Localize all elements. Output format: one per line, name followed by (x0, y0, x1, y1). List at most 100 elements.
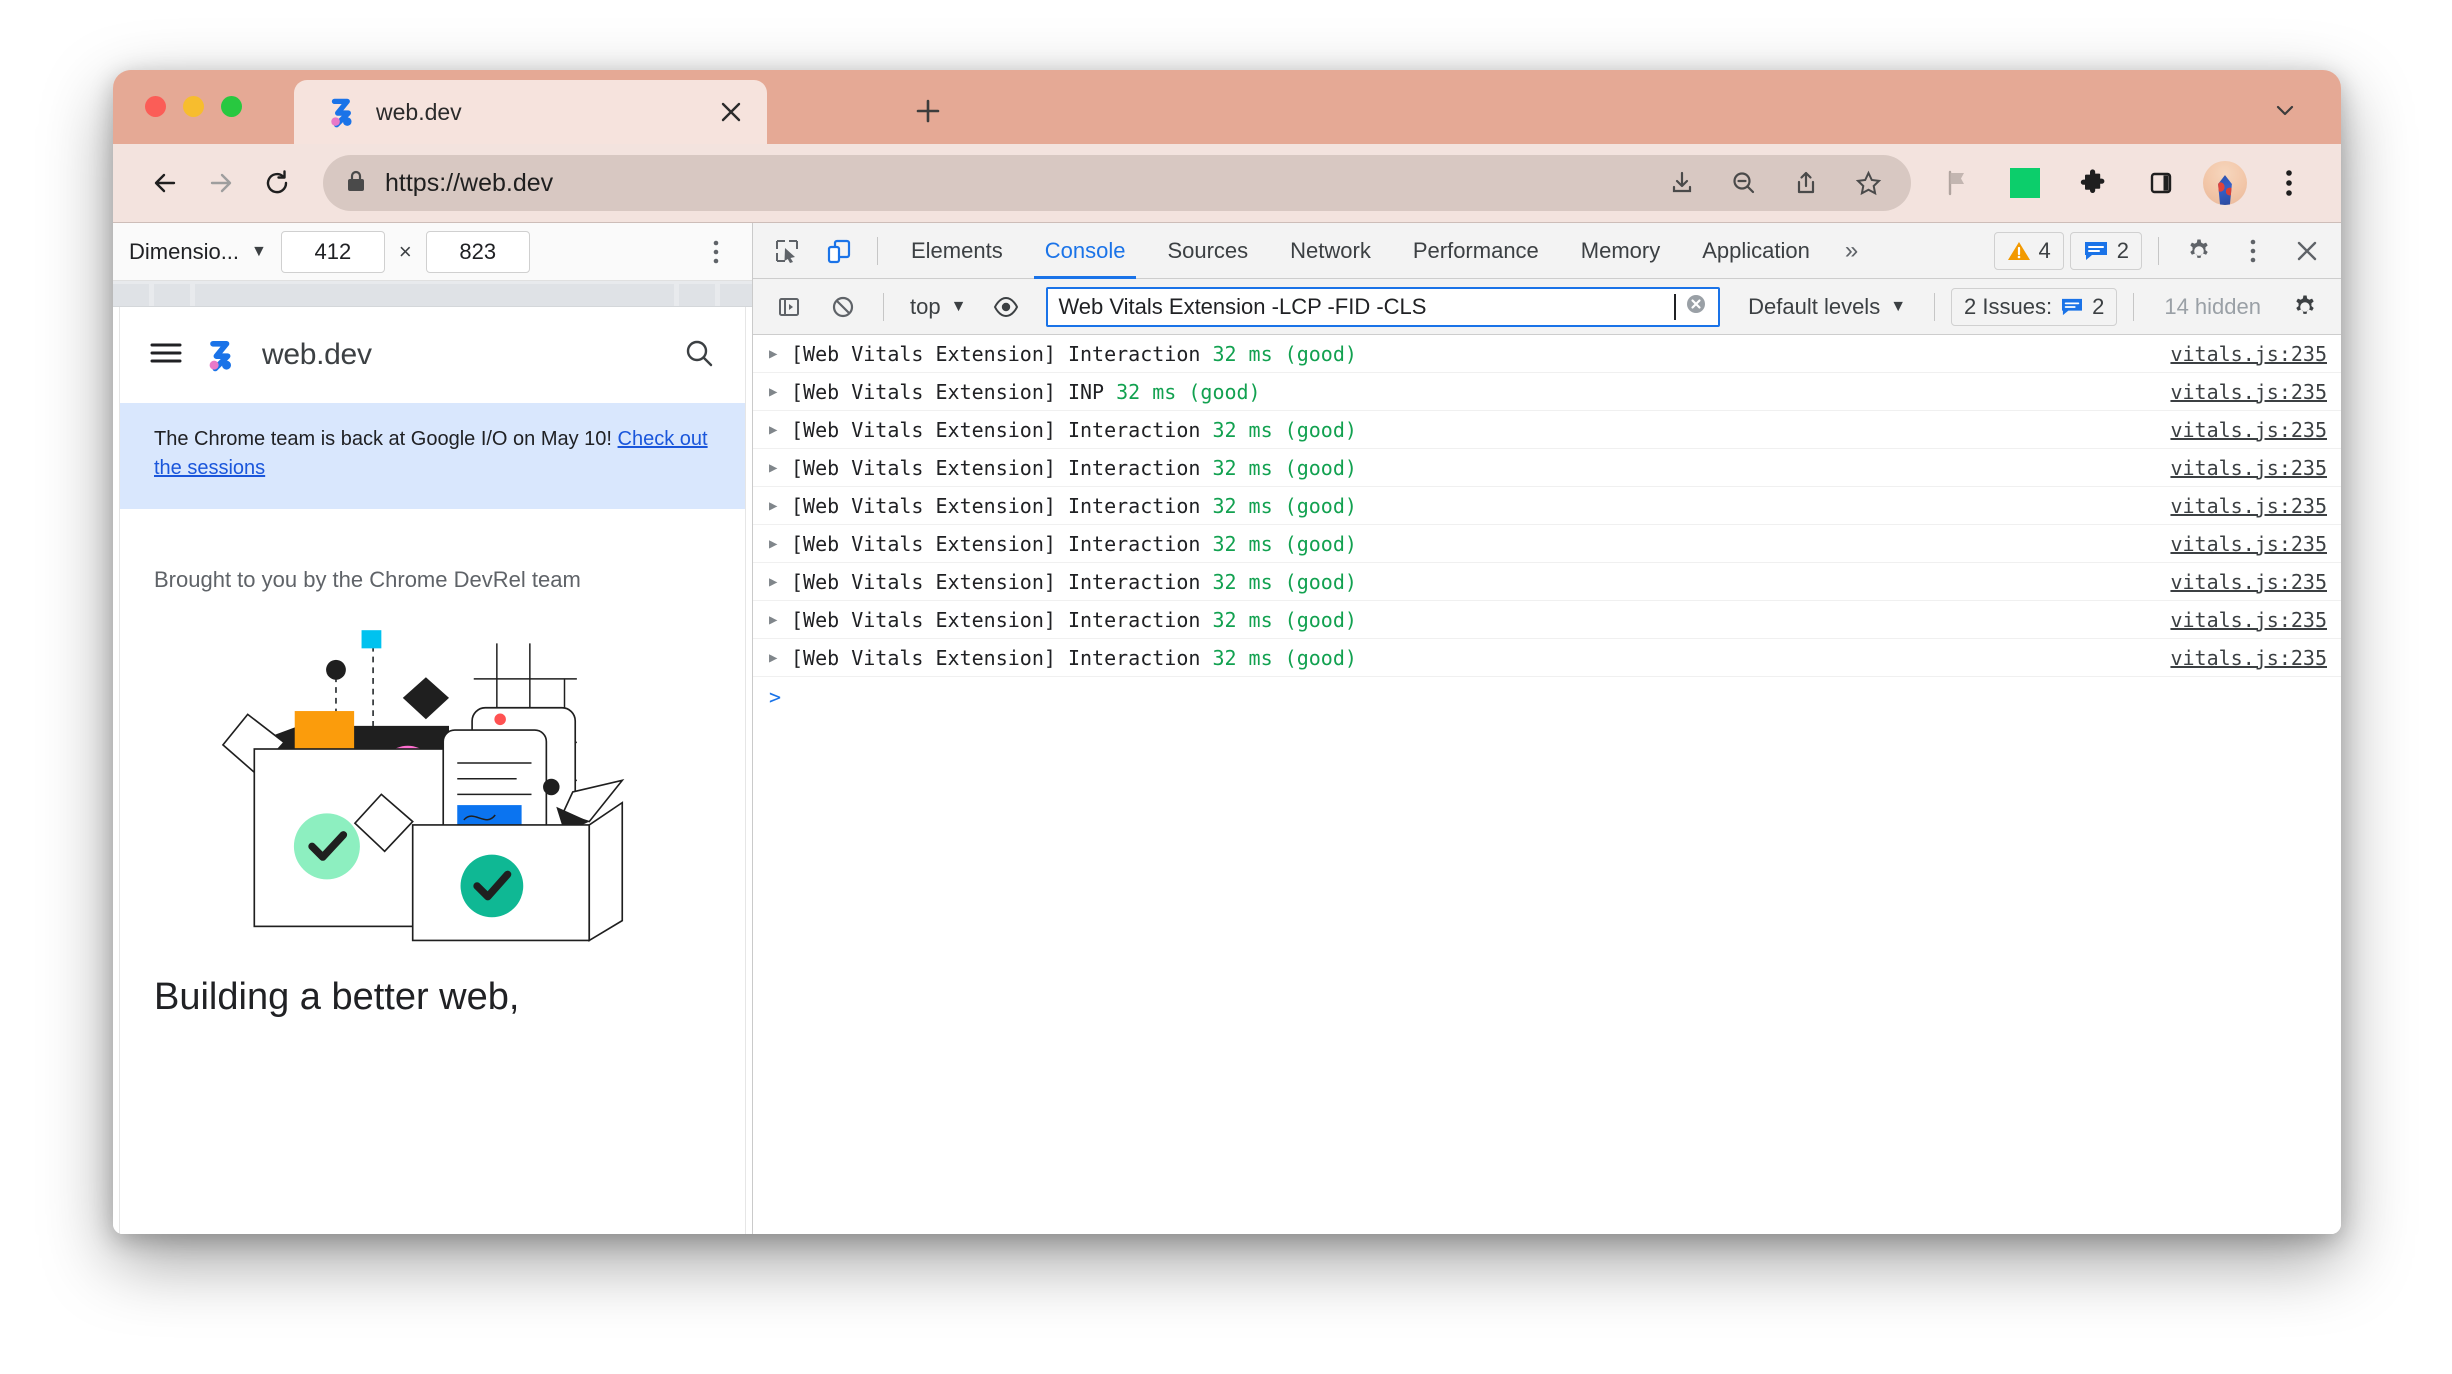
hamburger-icon[interactable] (150, 341, 182, 370)
console-message-value: 32 ms (good) (1212, 417, 1357, 442)
console-message-row[interactable]: ▶ [Web Vitals Extension] Interaction 32 m… (753, 335, 2341, 373)
tab-title: web.dev (376, 98, 462, 125)
toggle-device-toolbar-icon[interactable] (815, 229, 863, 273)
console-message-row[interactable]: ▶ [Web Vitals Extension] Interaction 32 m… (753, 411, 2341, 449)
close-devtools-icon[interactable] (2283, 229, 2331, 273)
prompt-chevron-icon: > (769, 685, 782, 709)
download-icon[interactable] (1661, 162, 1703, 204)
expand-arrow-icon[interactable]: ▶ (769, 422, 791, 438)
console-message-value: 32 ms (good) (1212, 569, 1357, 594)
warning-count: 4 (2038, 237, 2051, 263)
device-selector[interactable]: Dimensio... ▼ (129, 239, 267, 265)
device-emulation-pane: Dimensio... ▼ 412 × 823 web.dev The Chro… (113, 223, 753, 1234)
new-tab-button[interactable] (905, 88, 951, 134)
console-message-source-link[interactable]: vitals.js:235 (2170, 532, 2327, 556)
devtools-menu-icon[interactable] (2229, 229, 2277, 273)
close-window-button[interactable] (145, 96, 166, 117)
extensions-puzzle-icon[interactable] (2067, 157, 2119, 209)
zoom-out-icon[interactable] (1723, 162, 1765, 204)
expand-arrow-icon[interactable]: ▶ (769, 498, 791, 514)
console-message-source-link[interactable]: vitals.js:235 (2170, 570, 2327, 594)
tab-performance[interactable]: Performance (1394, 223, 1558, 279)
message-icon (2062, 298, 2083, 315)
tab-memory[interactable]: Memory (1562, 223, 1679, 279)
minimize-window-button[interactable] (183, 96, 204, 117)
console-settings-gear-icon[interactable] (2281, 285, 2329, 329)
address-bar[interactable]: https://web.dev (323, 155, 1911, 211)
console-message-row[interactable]: ▶ [Web Vitals Extension] Interaction 32 m… (753, 639, 2341, 677)
console-message-list[interactable]: ▶ [Web Vitals Extension] Interaction 32 m… (753, 335, 2341, 1234)
console-message-row[interactable]: ▶ [Web Vitals Extension] INP 32 ms (good)… (753, 373, 2341, 411)
tab-console[interactable]: Console (1026, 223, 1145, 279)
tab-strip: web.dev (113, 70, 2341, 144)
tab-label: Memory (1580, 237, 1661, 263)
flag-icon[interactable] (1931, 157, 1983, 209)
tab-application[interactable]: Application (1683, 223, 1829, 279)
expand-arrow-icon[interactable]: ▶ (769, 346, 791, 362)
bookmark-star-icon[interactable] (1847, 162, 1889, 204)
execution-context-selector[interactable]: top ▼ (900, 294, 976, 320)
web-vitals-extension-icon[interactable] (1999, 157, 2051, 209)
warnings-badge[interactable]: 4 (1993, 231, 2064, 270)
forward-button[interactable] (195, 157, 247, 209)
window-controls (145, 96, 242, 117)
chevron-down-icon: ▼ (950, 297, 967, 315)
devtools-tab-bar: Elements Console Sources Network Perform… (753, 223, 2341, 279)
console-prompt[interactable]: > (753, 677, 2341, 717)
share-icon[interactable] (1785, 162, 1827, 204)
chevron-down-icon: ▼ (1890, 297, 1907, 315)
console-message-row[interactable]: ▶ [Web Vitals Extension] Interaction 32 m… (753, 449, 2341, 487)
console-message-row[interactable]: ▶ [Web Vitals Extension] Interaction 32 m… (753, 487, 2341, 525)
maximize-window-button[interactable] (221, 96, 242, 117)
console-issues-chip[interactable]: 2 Issues: 2 (1951, 287, 2118, 326)
inspect-element-icon[interactable] (763, 229, 811, 273)
console-message-source-link[interactable]: vitals.js:235 (2170, 342, 2327, 366)
browser-menu-icon[interactable] (2263, 157, 2315, 209)
viewport-width-input[interactable]: 412 (280, 230, 385, 273)
expand-arrow-icon[interactable]: ▶ (769, 612, 791, 628)
reload-button[interactable] (251, 157, 303, 209)
console-sidebar-icon[interactable] (765, 285, 813, 329)
console-message-source-link[interactable]: vitals.js:235 (2170, 456, 2327, 480)
live-expression-icon[interactable] (982, 285, 1030, 329)
filter-value: Web Vitals Extension -LCP -FID -CLS (1058, 293, 1427, 319)
levels-label: Default levels (1748, 293, 1881, 319)
log-levels-selector[interactable]: Default levels ▼ (1736, 294, 1918, 320)
tab-elements[interactable]: Elements (892, 223, 1022, 279)
console-message-row[interactable]: ▶ [Web Vitals Extension] Interaction 32 m… (753, 525, 2341, 563)
avatar[interactable] (2203, 161, 2247, 205)
chevron-down-icon[interactable] (2265, 90, 2305, 130)
more-tabs-icon[interactable]: » (1833, 237, 1870, 265)
clear-console-icon[interactable] (819, 285, 867, 329)
console-message-row[interactable]: ▶ [Web Vitals Extension] Interaction 32 m… (753, 601, 2341, 639)
tab-network[interactable]: Network (1271, 223, 1390, 279)
search-icon[interactable] (683, 337, 715, 374)
clear-filter-icon[interactable] (1684, 292, 1708, 321)
console-message-source-link[interactable]: vitals.js:235 (2170, 494, 2327, 518)
issues-count: 2 (2092, 293, 2105, 319)
close-icon[interactable] (713, 94, 749, 130)
screenshot-root: web.dev https://web.dev Dimensio... ▼ 41… (0, 0, 2452, 1374)
console-filter-input[interactable]: Web Vitals Extension -LCP -FID -CLS (1046, 286, 1721, 327)
gear-icon[interactable] (2175, 229, 2223, 273)
url-text: https://web.dev (385, 168, 554, 197)
console-message-row[interactable]: ▶ [Web Vitals Extension] Interaction 32 m… (753, 563, 2341, 601)
console-message-source-link[interactable]: vitals.js:235 (2170, 646, 2327, 670)
back-button[interactable] (139, 157, 191, 209)
issues-badge[interactable]: 2 (2069, 231, 2142, 270)
console-message-value: 32 ms (good) (1116, 379, 1261, 404)
console-message-source-link[interactable]: vitals.js:235 (2170, 380, 2327, 404)
device-toolbar-menu-icon[interactable] (696, 240, 736, 264)
side-panel-icon[interactable] (2135, 157, 2187, 209)
expand-arrow-icon[interactable]: ▶ (769, 650, 791, 666)
browser-tab-webdev[interactable]: web.dev (294, 80, 767, 144)
expand-arrow-icon[interactable]: ▶ (769, 384, 791, 400)
viewport-height-input[interactable]: 823 (425, 230, 530, 273)
expand-arrow-icon[interactable]: ▶ (769, 574, 791, 590)
expand-arrow-icon[interactable]: ▶ (769, 536, 791, 552)
console-message-source-link[interactable]: vitals.js:235 (2170, 608, 2327, 632)
tab-sources[interactable]: Sources (1148, 223, 1267, 279)
expand-arrow-icon[interactable]: ▶ (769, 460, 791, 476)
console-message-source-link[interactable]: vitals.js:235 (2170, 418, 2327, 442)
viewport-ruler[interactable] (113, 281, 752, 307)
